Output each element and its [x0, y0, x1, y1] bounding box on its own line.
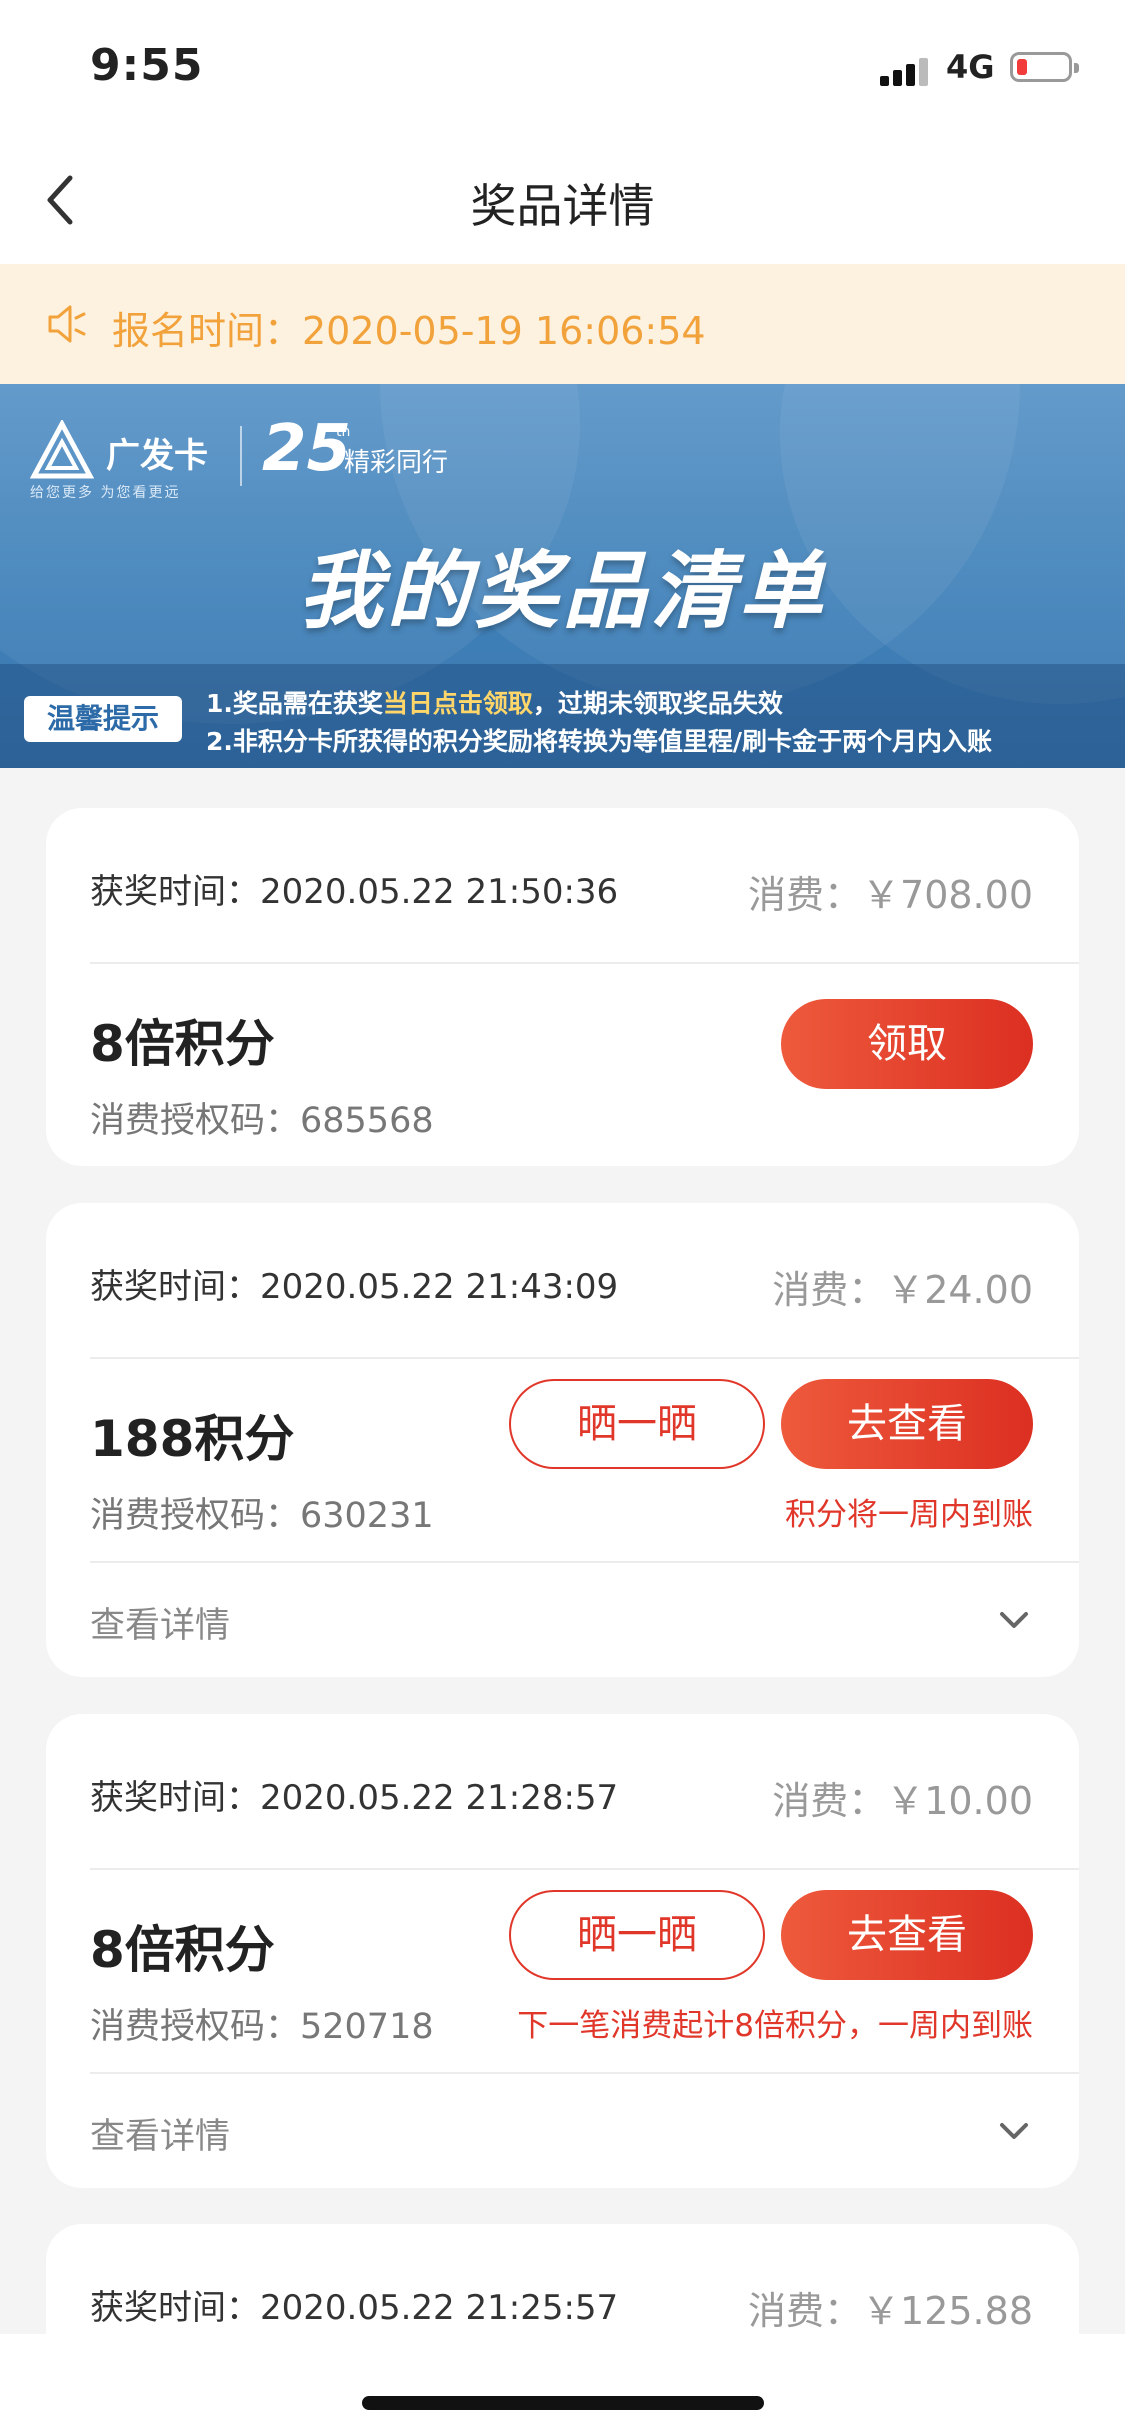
- spend-amount: 消费：￥24.00: [772, 1268, 1033, 1312]
- prize-card: 获奖时间：2020.05.22 21:28:57 消费：￥10.00 8倍积分 …: [46, 1714, 1079, 2188]
- card-divider: [90, 962, 1079, 964]
- prize-card: 获奖时间：2020.05.22 21:50:36 消费：￥708.00 8倍积分…: [46, 808, 1079, 1166]
- status-bar: 9:55 4G: [0, 0, 1125, 136]
- notice-bar: 报名时间：2020-05-19 16:06:54: [0, 264, 1125, 384]
- brand-divider: [240, 426, 242, 486]
- tip-1-prefix: 1.奖品需在获奖: [206, 689, 383, 718]
- card-divider: [90, 1868, 1079, 1870]
- home-indicator-area: [0, 2334, 1125, 2436]
- arrival-note: 下一笔消费起计8倍积分，一周内到账: [517, 2008, 1033, 2044]
- tip-1-highlight: 当日点击领取: [382, 689, 533, 718]
- chevron-down-icon[interactable]: [997, 2114, 1031, 2148]
- anniversary-text: 精彩同行: [344, 448, 449, 478]
- cgb-logo-icon: [30, 420, 94, 479]
- prize-card: 获奖时间：2020.05.22 21:43:09 消费：￥24.00 188积分…: [46, 1203, 1079, 1677]
- auth-code: 消费授权码：685568: [90, 1101, 434, 1141]
- signal-icon: [880, 54, 932, 86]
- view-details-link[interactable]: 查看详情: [90, 1597, 230, 1648]
- prize-name: 8倍积分: [90, 1015, 275, 1073]
- tip-line-1: 1.奖品需在获奖当日点击领取，过期未领取奖品失效: [206, 684, 783, 720]
- share-button[interactable]: 晒一晒: [509, 1890, 765, 1980]
- spend-amount: 消费：￥125.88: [748, 2289, 1033, 2333]
- view-button[interactable]: 去查看: [781, 1890, 1033, 1980]
- award-time: 获奖时间：2020.05.22 21:43:09: [90, 1267, 619, 1307]
- view-details-link[interactable]: 查看详情: [90, 2108, 230, 2159]
- share-button[interactable]: 晒一晒: [509, 1379, 765, 1469]
- award-time: 获奖时间：2020.05.22 21:28:57: [90, 1778, 619, 1818]
- tip-1-suffix: ，过期未领取奖品失效: [532, 689, 783, 718]
- prize-name: 188积分: [90, 1410, 295, 1468]
- auth-code: 消费授权码：520718: [90, 2007, 434, 2047]
- award-time: 获奖时间：2020.05.22 21:25:57: [90, 2288, 619, 2328]
- auth-code: 消费授权码：630231: [90, 1496, 434, 1536]
- prize-list-banner: 广发卡 给您更多 为您看更远 25 th 精彩同行 我的奖品清单 温馨提示 1.…: [0, 384, 1125, 768]
- claim-button[interactable]: 领取: [781, 999, 1033, 1089]
- speaker-icon: [48, 305, 86, 343]
- brand-name: 广发卡: [106, 435, 208, 476]
- banner-title: 我的奖品清单: [298, 542, 827, 640]
- card-divider: [90, 1561, 1079, 1563]
- tip-line-2: 2.非积分卡所获得的积分奖励将转换为等值里程/刷卡金于两个月内入账: [206, 727, 993, 756]
- view-button[interactable]: 去查看: [781, 1379, 1033, 1469]
- brand: 广发卡: [30, 420, 208, 484]
- home-indicator[interactable]: [362, 2396, 764, 2410]
- page-title: 奖品详情: [470, 179, 655, 233]
- registration-time: 报名时间：2020-05-19 16:06:54: [112, 309, 706, 353]
- tips-tag: 温馨提示: [24, 696, 182, 742]
- nav-bar: 奖品详情: [0, 136, 1125, 264]
- prize-name: 8倍积分: [90, 1921, 275, 1979]
- spend-amount: 消费：￥10.00: [772, 1779, 1033, 1823]
- brand-slogan: 给您更多 为您看更远: [30, 485, 181, 501]
- card-divider: [90, 2072, 1079, 2074]
- anniversary-suffix: th: [336, 424, 351, 440]
- spend-amount: 消费：￥708.00: [748, 873, 1033, 917]
- status-time: 9:55: [90, 40, 204, 91]
- award-time: 获奖时间：2020.05.22 21:50:36: [90, 872, 619, 912]
- arrival-note: 积分将一周内到账: [785, 1497, 1033, 1533]
- chevron-down-icon[interactable]: [997, 1603, 1031, 1637]
- battery-icon: [1010, 52, 1079, 82]
- network-type: 4G: [946, 48, 995, 86]
- card-divider: [90, 1357, 1079, 1359]
